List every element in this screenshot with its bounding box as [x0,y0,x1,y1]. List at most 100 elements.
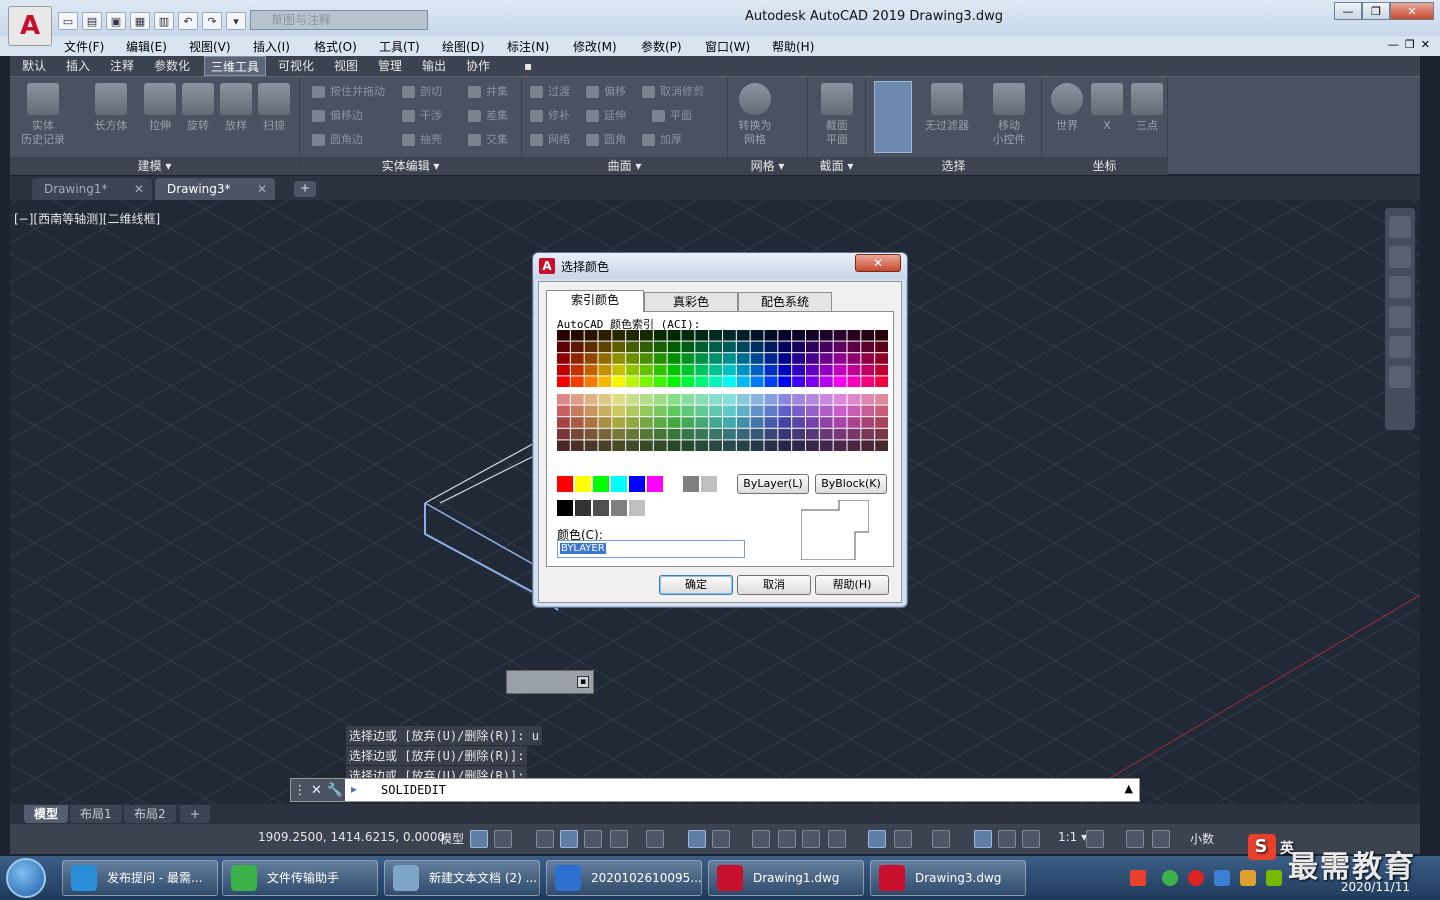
color-swatch[interactable] [792,440,805,451]
color-swatch[interactable] [847,376,861,387]
color-swatch[interactable] [736,394,750,405]
color-swatch[interactable] [695,330,709,341]
panel-title-coordinates[interactable]: 坐标 [1042,157,1167,175]
save-icon[interactable]: ▣ [106,12,126,30]
color-swatch[interactable] [667,394,681,405]
command-history-toggle[interactable]: ▲ [1125,782,1133,795]
offset-edge-button[interactable]: 偏移边 [310,107,363,125]
standard-color-swatch[interactable] [701,476,717,492]
color-swatch[interactable] [778,428,792,440]
color-swatch[interactable] [792,428,805,440]
tab-model[interactable]: 模型 [24,805,69,823]
object-snap-icon[interactable] [712,830,730,848]
color-swatch[interactable] [557,417,570,428]
color-swatch[interactable] [778,353,792,364]
color-swatch[interactable] [736,330,750,341]
taskbar-video[interactable]: 2020102610095... [546,860,702,896]
color-swatch[interactable] [653,417,667,428]
color-swatch[interactable] [681,364,695,376]
color-swatch[interactable] [833,330,847,341]
color-swatch[interactable] [792,330,805,341]
color-swatch[interactable] [626,394,639,405]
color-swatch[interactable] [612,440,626,451]
color-swatch[interactable] [640,417,653,428]
color-swatch[interactable] [612,364,626,376]
gray-colors-swatches[interactable] [557,500,669,518]
menu-window[interactable]: 窗口(W) [705,38,750,55]
color-swatch[interactable] [792,341,805,353]
color-swatch[interactable] [847,417,861,428]
color-swatch[interactable] [792,417,805,428]
cancel-button[interactable]: 取消 [737,575,811,595]
bylayer-button[interactable]: ByLayer(L) [737,474,809,494]
netease-tray-icon[interactable] [1188,870,1204,886]
color-swatch[interactable] [626,353,639,364]
ortho-icon[interactable] [584,830,602,848]
color-swatch[interactable] [723,364,736,376]
color-swatch[interactable] [584,428,598,440]
menu-edit[interactable]: 编辑(E) [126,38,167,55]
polar-tracking-icon[interactable] [610,830,628,848]
color-swatch[interactable] [847,330,861,341]
panel-title-surface[interactable]: 曲面 ▾ [522,157,727,175]
doc-close-button[interactable]: ✕ [1421,38,1430,51]
color-swatch[interactable] [681,376,695,387]
panel-title-selection[interactable]: 选择 [866,157,1041,175]
color-swatch[interactable] [833,405,847,417]
ok-button[interactable]: 确定 [659,575,733,595]
color-swatch[interactable] [847,394,861,405]
color-swatch[interactable] [806,341,819,353]
color-swatch[interactable] [819,428,833,440]
color-swatch[interactable] [750,394,764,405]
color-swatch[interactable] [778,440,792,451]
color-swatch[interactable] [695,394,709,405]
units-selector[interactable]: 小数 [1190,830,1214,847]
color-swatch[interactable] [598,405,612,417]
surface-patch-button[interactable]: 修补 [528,107,570,125]
annotation-scale-icon[interactable] [1022,830,1040,848]
tab-annotate[interactable]: 注释 [104,56,140,76]
color-swatch[interactable] [598,341,612,353]
color-swatch[interactable] [861,440,875,451]
auto-scale-icon[interactable] [998,830,1016,848]
color-swatch[interactable] [557,341,570,353]
color-swatch[interactable] [736,353,750,364]
color-swatch[interactable] [819,417,833,428]
color-swatch[interactable] [653,353,667,364]
color-swatch[interactable] [653,341,667,353]
planar-surface-button[interactable]: 平面 [650,107,692,125]
color-swatch[interactable] [612,330,626,341]
color-swatch[interactable] [861,376,875,387]
color-swatch[interactable] [667,364,681,376]
color-swatch[interactable] [570,428,584,440]
pan-hand-icon[interactable] [1389,276,1411,298]
command-input[interactable]: SOLIDEDIT [381,783,446,797]
color-swatch[interactable] [557,330,570,341]
color-swatch[interactable] [806,428,819,440]
standard-color-swatch[interactable] [575,476,591,492]
new-tab-button[interactable]: + [294,181,316,197]
color-swatch[interactable] [653,405,667,417]
color-swatch[interactable] [667,440,681,451]
color-swatch[interactable] [570,394,584,405]
color-swatch[interactable] [833,364,847,376]
menu-modify[interactable]: 修改(M) [573,38,617,55]
color-swatch[interactable] [778,376,792,387]
taskbar-drawing1[interactable]: Drawing1.dwg [708,860,864,896]
menu-view[interactable]: 视图(V) [189,38,231,55]
color-swatch[interactable] [778,330,792,341]
color-swatch[interactable] [557,405,570,417]
ribbon-options-icon[interactable]: ▪ [518,56,538,76]
color-swatch[interactable] [847,440,861,451]
help-button[interactable]: 帮助(H) [815,575,889,595]
panel-title-modeling[interactable]: 建模 ▾ [10,157,299,175]
color-swatch[interactable] [667,353,681,364]
color-swatch[interactable] [653,376,667,387]
network-surface-button[interactable]: 网络 [528,131,570,149]
color-swatch[interactable] [750,405,764,417]
tab-3d-tools[interactable]: 三维工具 [204,56,267,76]
color-swatch[interactable] [640,341,653,353]
tab-view[interactable]: 视图 [328,56,364,76]
color-swatch[interactable] [557,394,570,405]
no-filter-button[interactable]: 无过滤器 [924,83,970,133]
